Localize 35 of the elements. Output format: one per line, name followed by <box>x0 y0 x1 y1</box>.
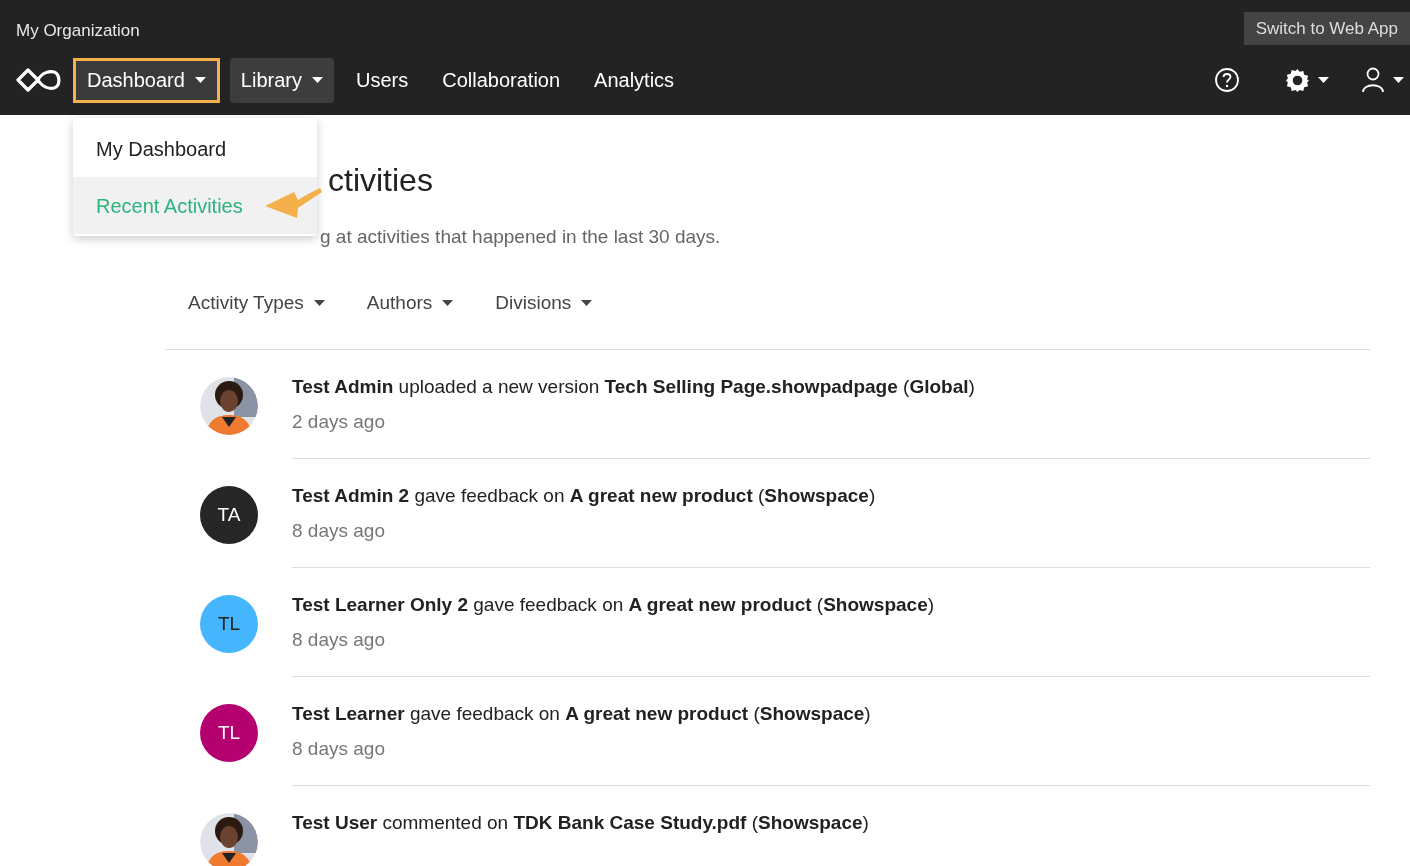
activity-text: Test Learner gave feedback on A great new product (Showspace) <box>292 702 872 726</box>
page-subtitle: g at activities that happened in the last 30 days. <box>320 225 722 249</box>
activity-text: Test User commented on TDK Bank Case Study.pdf (Showspace) <box>292 811 870 835</box>
avatar: TA <box>200 486 258 544</box>
organization-name: My Organization <box>16 20 140 42</box>
activity-time: 2 days ago <box>292 410 386 434</box>
logo-icon[interactable] <box>16 67 63 93</box>
activity-text: Test Learner Only 2 gave feedback on A great new product (Showspace) <box>292 593 936 617</box>
filter-dropdown[interactable]: Authors <box>366 288 454 318</box>
caret-icon <box>313 300 325 306</box>
nav-dropdown[interactable]: Dashboard <box>73 57 220 103</box>
activity-time: 8 days ago <box>292 628 386 652</box>
activity-time: 8 days ago <box>292 519 386 543</box>
nav-link[interactable]: Analytics <box>582 57 687 103</box>
activity-text: Test Admin 2 gave feedback on A great new product (Showspace) <box>292 484 877 508</box>
caret-icon <box>194 77 206 83</box>
help-icon[interactable] <box>1214 67 1240 93</box>
nav-link[interactable]: Users <box>344 57 421 103</box>
caret-icon <box>312 77 323 83</box>
activity-time: 8 days ago <box>292 737 386 761</box>
nav-dropdown[interactable]: Library <box>229 57 334 103</box>
switch-app-button[interactable]: Switch to Web App <box>1243 12 1410 45</box>
user-icon[interactable] <box>1361 67 1404 93</box>
caret-icon <box>581 300 593 306</box>
callout-arrow <box>264 186 322 220</box>
filter-dropdown[interactable]: Divisions <box>495 288 593 318</box>
avatar: TL <box>200 704 258 762</box>
caret-icon <box>442 300 454 306</box>
menu-item[interactable]: My Dashboard <box>73 120 317 177</box>
activity-text: Test Admin uploaded a new version Tech Selling Page.showpadpage (Global) <box>292 375 976 399</box>
avatar: TL <box>200 595 258 653</box>
settings-icon[interactable] <box>1285 67 1329 93</box>
page-title: ctivities <box>328 161 434 200</box>
nav-link[interactable]: Collaboration <box>430 57 573 103</box>
filter-dropdown[interactable]: Activity Types <box>188 288 325 318</box>
